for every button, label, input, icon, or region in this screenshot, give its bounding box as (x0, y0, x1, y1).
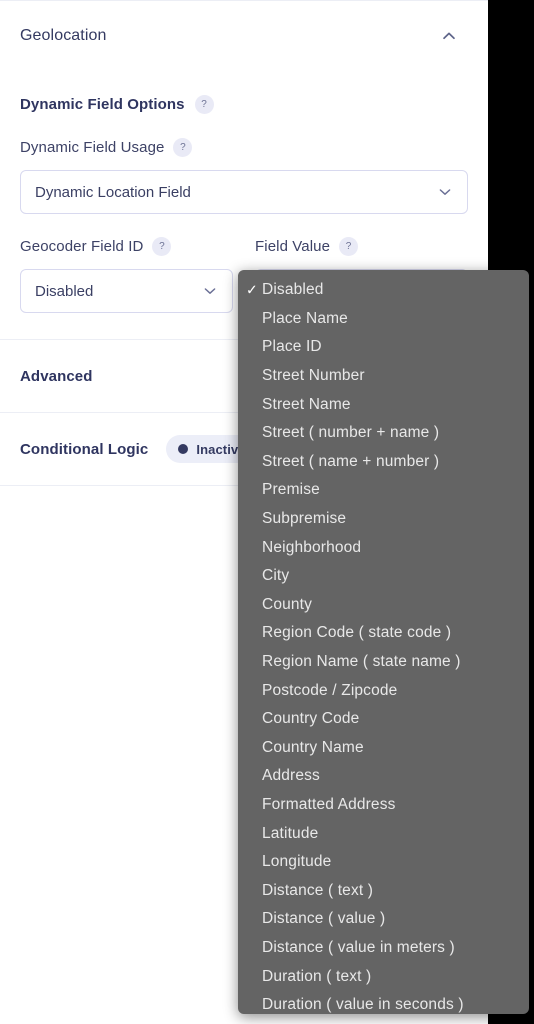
dropdown-option[interactable]: Duration ( text ) (238, 962, 529, 991)
dynamic-field-usage-value: Dynamic Location Field (35, 183, 191, 201)
dropdown-option-label: Subpremise (262, 510, 347, 528)
dropdown-option-label: Distance ( value ) (262, 910, 386, 928)
dropdown-option-label: Formatted Address (262, 795, 396, 813)
dynamic-field-options-label: Dynamic Field Options (20, 96, 185, 113)
page-title: Geolocation (20, 26, 107, 44)
dropdown-option-label: Postcode / Zipcode (262, 681, 398, 699)
dropdown-option-label: Premise (262, 481, 320, 499)
dropdown-option[interactable]: City (238, 562, 529, 591)
help-icon-dynamic-field-usage[interactable]: ? (173, 138, 193, 157)
dropdown-option-label: Duration ( text ) (262, 967, 372, 985)
dynamic-field-usage-label-row: Dynamic Field Usage ? (20, 138, 468, 157)
dropdown-option[interactable]: Street ( name + number ) (238, 448, 529, 477)
dropdown-option[interactable]: Country Code (238, 705, 529, 734)
geocoder-field-column: Geocoder Field ID ? Disabled (20, 237, 233, 313)
geocoder-field-id-label-row: Geocoder Field ID ? (20, 237, 233, 256)
dropdown-option-label: Place ID (262, 338, 322, 356)
section-header-geolocation[interactable]: Geolocation (0, 1, 488, 70)
geocoder-field-id-select[interactable]: Disabled (20, 269, 233, 313)
dropdown-option-label: Disabled (262, 281, 324, 299)
dropdown-option[interactable]: Distance ( value ) (238, 905, 529, 934)
dropdown-option-label: Address (262, 767, 320, 785)
help-icon-field-value[interactable]: ? (339, 237, 359, 256)
dropdown-option-label: Country Name (262, 738, 364, 756)
dynamic-field-usage-label: Dynamic Field Usage (20, 139, 165, 156)
field-value-label-row: Field Value ? (255, 237, 468, 256)
dropdown-option-label: Distance ( text ) (262, 881, 374, 899)
geocoder-field-id-value: Disabled (35, 282, 94, 300)
dropdown-option[interactable]: Country Name (238, 734, 529, 763)
dropdown-option[interactable]: Subpremise (238, 505, 529, 534)
dropdown-option-label: County (262, 595, 313, 613)
dropdown-option[interactable]: Place Name (238, 305, 529, 334)
chevron-down-icon-geocoder[interactable] (202, 283, 218, 299)
dropdown-option-label: Longitude (262, 853, 332, 871)
dropdown-option[interactable]: Longitude (238, 848, 529, 877)
dropdown-option[interactable]: Street ( number + name ) (238, 419, 529, 448)
dropdown-option[interactable]: Duration ( value in seconds ) (238, 991, 529, 1014)
dropdown-option-label: City (262, 567, 290, 585)
dropdown-option-label: Neighborhood (262, 538, 362, 556)
dropdown-option[interactable]: County (238, 591, 529, 620)
dropdown-option-label: Latitude (262, 824, 319, 842)
field-value-dropdown-menu[interactable]: ✓ Disabled Place Name Place ID Street Number… (238, 270, 529, 1014)
dropdown-option[interactable]: Postcode / Zipcode (238, 676, 529, 705)
dropdown-option[interactable]: Region Name ( state name ) (238, 648, 529, 677)
check-icon: ✓ (246, 281, 258, 298)
chevron-down-icon-usage[interactable] (437, 184, 453, 200)
dropdown-option[interactable]: Distance ( value in meters ) (238, 934, 529, 963)
dropdown-option[interactable]: Latitude (238, 819, 529, 848)
dropdown-option-label: Region Code ( state code ) (262, 624, 452, 642)
dropdown-option[interactable]: Address (238, 762, 529, 791)
help-icon-dynamic-field-options[interactable]: ? (194, 95, 214, 114)
dropdown-option[interactable]: Distance ( text ) (238, 876, 529, 905)
dropdown-option[interactable]: Premise (238, 476, 529, 505)
dropdown-option-label: Street ( number + name ) (262, 424, 440, 442)
dropdown-option-label: Distance ( value in meters ) (262, 938, 455, 956)
dynamic-field-options-heading: Dynamic Field Options ? (20, 70, 468, 114)
dropdown-option[interactable]: ✓ Disabled (238, 276, 529, 305)
dropdown-option[interactable]: Place ID (238, 333, 529, 362)
chevron-up-icon[interactable] (440, 27, 458, 45)
dropdown-option[interactable]: Formatted Address (238, 791, 529, 820)
dropdown-option[interactable]: Neighborhood (238, 533, 529, 562)
dynamic-field-usage-select[interactable]: Dynamic Location Field (20, 170, 468, 214)
dropdown-option-label: Street ( name + number ) (262, 452, 440, 470)
dropdown-option[interactable]: Region Code ( state code ) (238, 619, 529, 648)
screen-root: Geolocation Dynamic Field Options ? Dyna… (0, 0, 534, 1024)
dropdown-option-label: Street Name (262, 395, 351, 413)
dropdown-option-label: Region Name ( state name ) (262, 653, 461, 671)
conditional-logic-label: Conditional Logic (20, 440, 149, 458)
dropdown-option[interactable]: Street Name (238, 390, 529, 419)
dropdown-option[interactable]: Street Number (238, 362, 529, 391)
status-dot-icon (178, 444, 189, 454)
dropdown-option-label: Street Number (262, 367, 365, 385)
dropdown-option-label: Country Code (262, 710, 360, 728)
field-value-label: Field Value (255, 238, 331, 255)
dropdown-option-label: Place Name (262, 309, 348, 327)
geocoder-field-id-label: Geocoder Field ID (20, 238, 144, 255)
help-icon-geocoder-field-id[interactable]: ? (152, 237, 172, 256)
advanced-label: Advanced (20, 367, 93, 385)
dropdown-option-label: Duration ( value in seconds ) (262, 996, 464, 1014)
